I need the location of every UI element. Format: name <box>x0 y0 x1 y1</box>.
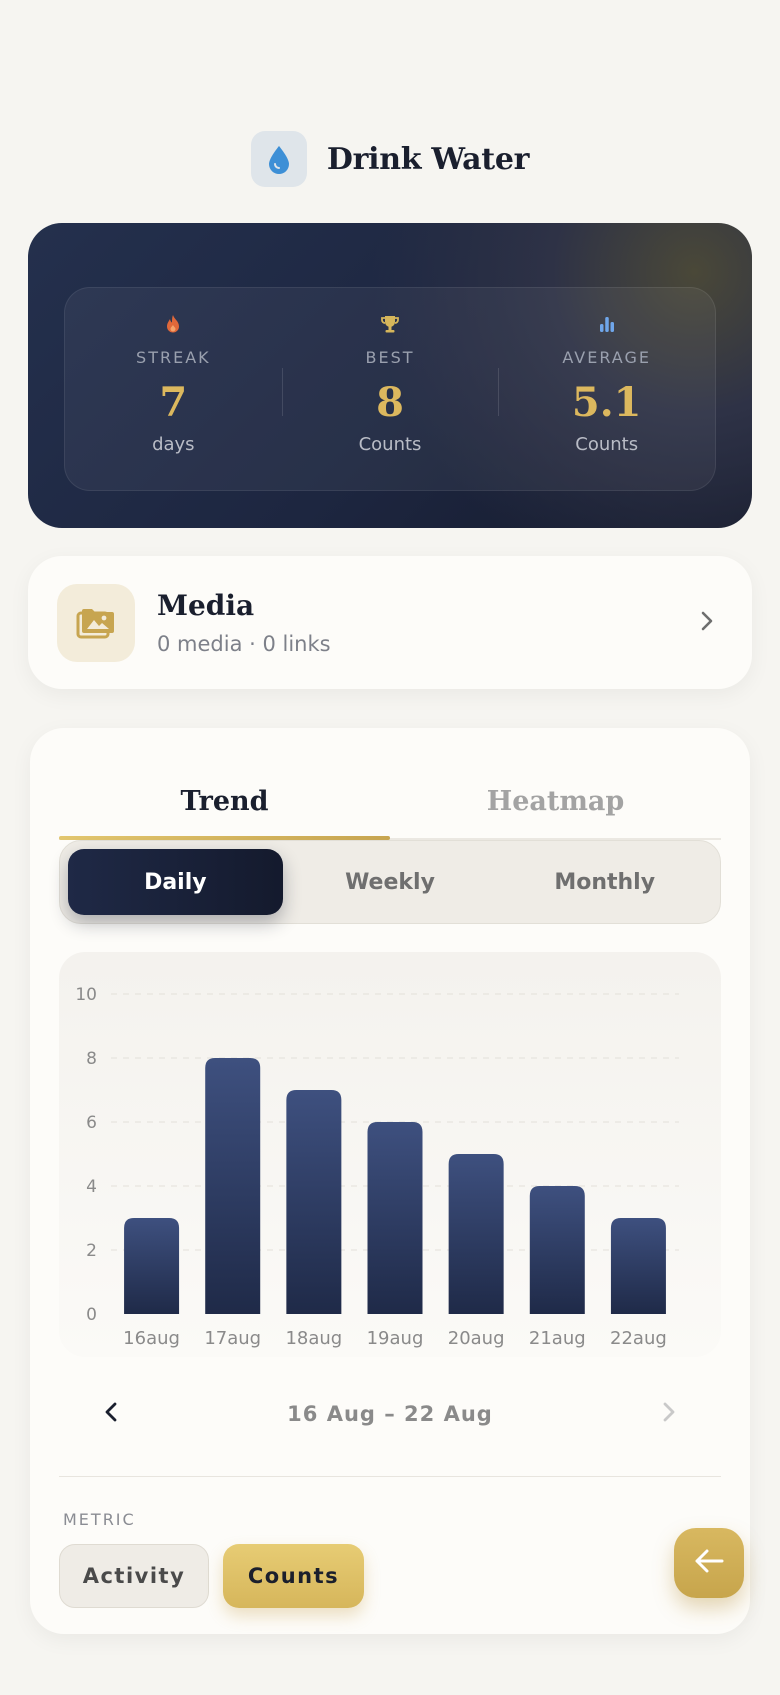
bar-19aug[interactable] <box>367 1122 423 1314</box>
period-weekly-button[interactable]: Weekly <box>283 849 498 915</box>
trophy-icon <box>380 314 400 338</box>
bar-18aug[interactable] <box>286 1090 342 1314</box>
y-tick-label: 6 <box>86 1113 97 1133</box>
metric-label: METRIC <box>63 1510 136 1529</box>
stat-label: AVERAGE <box>562 348 651 367</box>
stat-best: BEST 8 Counts <box>281 288 499 490</box>
y-tick-label: 0 <box>86 1305 97 1325</box>
tab-trend[interactable]: Trend <box>59 756 390 840</box>
bar-20aug[interactable] <box>448 1154 504 1314</box>
bar-22aug[interactable] <box>610 1218 666 1314</box>
stat-label: BEST <box>365 348 415 367</box>
media-subtitle: 0 media · 0 links <box>157 632 331 656</box>
stat-unit: Counts <box>358 434 422 455</box>
bar-17aug[interactable] <box>205 1058 261 1314</box>
x-tick-label: 17aug <box>204 1328 261 1349</box>
bar-chart-icon <box>597 314 617 338</box>
period-monthly-button[interactable]: Monthly <box>497 849 712 915</box>
x-tick-label: 18aug <box>285 1328 342 1349</box>
period-daily-button[interactable]: Daily <box>68 849 283 915</box>
chevron-right-icon <box>662 1401 676 1427</box>
metric-activity-chip[interactable]: Activity <box>59 1544 209 1608</box>
page-title: Drink Water <box>326 141 530 177</box>
y-tick-label: 2 <box>86 1241 97 1261</box>
x-tick-label: 21aug <box>529 1328 586 1349</box>
next-range-button[interactable] <box>653 1398 685 1430</box>
previous-range-button[interactable] <box>95 1398 127 1430</box>
x-tick-label: 20aug <box>448 1328 505 1349</box>
trend-card: Trend Heatmap Daily Weekly Monthly 0 2 4 6 8… <box>30 728 750 1634</box>
stats-panel: STREAK 7 days BEST 8 Counts AVERAGE 5.1 … <box>64 287 716 491</box>
y-tick-label: 10 <box>75 985 97 1005</box>
bar-chart: 0 2 4 6 8 10 16aug 17aug 18aug 19aug 20aug 21aug 22a… <box>59 952 721 1357</box>
photo-folder-icon <box>57 583 135 662</box>
water-drop-icon <box>250 131 307 187</box>
bar-chart-svg: 0 2 4 6 8 10 16aug 17aug 18aug 19aug 20aug 21aug 22a… <box>75 985 679 1349</box>
view-tabs: Trend Heatmap <box>59 756 721 840</box>
period-selector: Daily Weekly Monthly <box>59 840 721 924</box>
stat-value: 5.1 <box>571 379 642 426</box>
arrow-left-icon <box>693 1548 725 1578</box>
y-tick-label: 8 <box>86 1049 97 1069</box>
x-tick-label: 22aug <box>610 1328 667 1349</box>
x-tick-label: 16aug <box>123 1328 180 1349</box>
x-tick-label: 19aug <box>367 1328 424 1349</box>
stat-label: STREAK <box>136 348 211 367</box>
media-text: Media 0 media · 0 links <box>157 589 331 656</box>
y-tick-label: 4 <box>86 1177 97 1197</box>
metric-selector: Activity Counts <box>59 1544 364 1608</box>
chevron-left-icon <box>104 1401 118 1427</box>
stat-average: AVERAGE 5.1 Counts <box>498 288 715 490</box>
stat-value: 8 <box>376 379 404 426</box>
bar-21aug[interactable] <box>529 1186 585 1314</box>
divider <box>59 1476 721 1477</box>
stat-streak: STREAK 7 days <box>65 288 282 490</box>
metric-counts-chip[interactable]: Counts <box>223 1544 364 1608</box>
tab-heatmap[interactable]: Heatmap <box>390 756 721 838</box>
media-title: Media <box>157 589 255 622</box>
date-range-nav: 16 Aug – 22 Aug <box>59 1392 721 1436</box>
stat-unit: Counts <box>575 434 639 455</box>
bar-16aug[interactable] <box>124 1218 180 1314</box>
back-button[interactable] <box>674 1528 744 1598</box>
habit-header: Drink Water <box>0 131 780 187</box>
media-card[interactable]: Media 0 media · 0 links <box>28 556 752 689</box>
chevron-right-icon <box>700 610 714 636</box>
date-range-label: 16 Aug – 22 Aug <box>287 1402 493 1426</box>
stat-value: 7 <box>159 379 188 426</box>
stat-unit: days <box>152 434 195 455</box>
stats-card: STREAK 7 days BEST 8 Counts AVERAGE 5.1 … <box>28 223 752 528</box>
flame-icon <box>164 314 182 338</box>
